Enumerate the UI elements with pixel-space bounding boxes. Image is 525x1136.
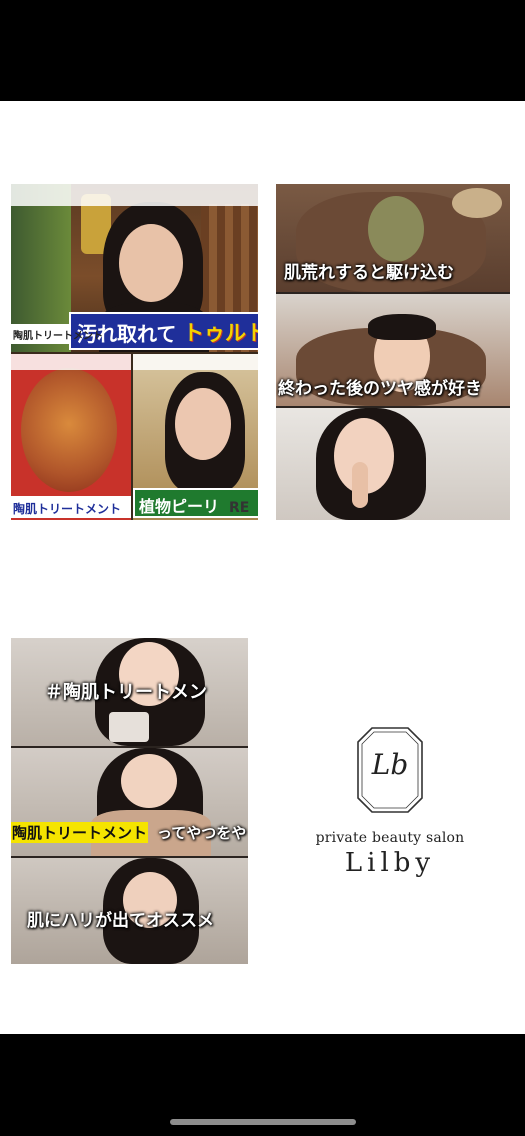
watermark: RE bbox=[229, 500, 250, 516]
status-bar bbox=[0, 0, 525, 101]
review-panel-2: 陶肌トリートメント ってやつをや bbox=[11, 748, 248, 856]
guest-panel: 植物ピーリ RE bbox=[133, 354, 258, 520]
logo-name: Lilby bbox=[344, 848, 436, 878]
salon-logo: Lb private beauty salon Lilby bbox=[300, 722, 480, 882]
review-panel-3: 肌にハリが出てオススメ bbox=[11, 858, 248, 964]
tv-collage-image[interactable]: 汚れ取れて トゥルト 陶肌トリートメント 陶肌トリートメント 植物ピーリ RE bbox=[11, 184, 258, 520]
selfie-panel bbox=[276, 408, 510, 520]
home-indicator[interactable] bbox=[170, 1119, 356, 1125]
treatment-panel-2: 終わった後のツヤ感が好き bbox=[276, 294, 510, 406]
logo-tagline: private beauty salon bbox=[315, 830, 465, 846]
review-video-image[interactable]: ＃陶肌トリートメン 陶肌トリートメント ってやつをや 肌にハリが出てオススメ bbox=[11, 638, 248, 964]
treatment-panel-1: 肌荒れすると駆け込む bbox=[276, 184, 510, 292]
tv-label-left-top: 陶肌トリートメント bbox=[11, 324, 103, 344]
facial-treatment-image[interactable]: 肌荒れすると駆け込む 終わった後のツヤ感が好き bbox=[276, 184, 510, 520]
highlight-caption: 陶肌トリートメント bbox=[11, 822, 149, 843]
logo-monogram: Lb bbox=[371, 748, 409, 781]
studio-panel: 汚れ取れて トゥルト 陶肌トリートメント bbox=[11, 184, 258, 352]
mask-panel: 陶肌トリートメント bbox=[11, 354, 131, 520]
review-panel-1: ＃陶肌トリートメン bbox=[11, 638, 248, 746]
tv-label-left-bottom: 陶肌トリートメント bbox=[11, 496, 131, 518]
